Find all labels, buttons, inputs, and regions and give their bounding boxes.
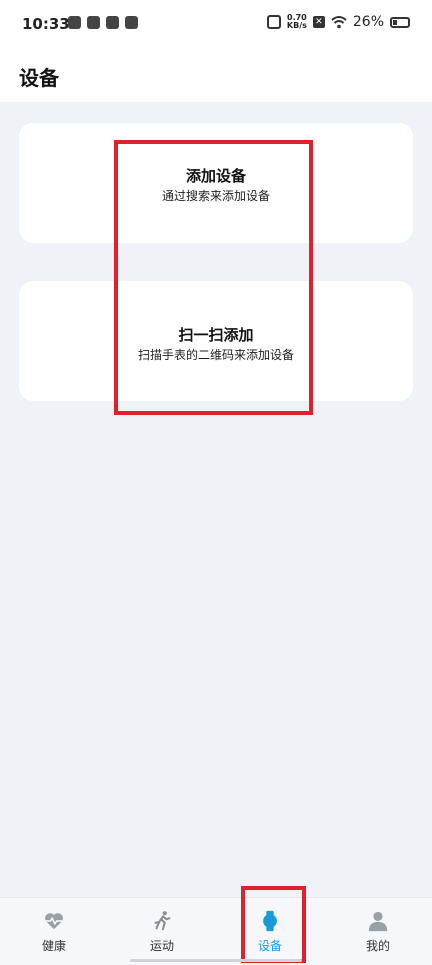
box-notification-icon [106,16,119,29]
network-speed-unit: KB/s [286,21,307,30]
leaf-notification-icon [125,16,138,29]
tab-health-label: 健康 [41,939,66,953]
status-bar: 10:33 0.70 KB/s ✕ 26% [0,0,432,52]
tab-devices[interactable]: 设备 [216,898,324,965]
status-right: 0.70 KB/s ✕ 26% [266,14,410,30]
tab-health[interactable]: 健康 [0,898,108,965]
scan-add-title: 扫一扫添加 [178,326,254,344]
battery-percent: 26% [352,14,384,30]
wifi-icon [331,16,347,29]
person-icon [368,911,388,932]
status-time: 10:33 [22,15,70,33]
no-sim-icon: ✕ [312,16,325,28]
vibrate-icon [266,15,281,29]
add-device-card[interactable]: 添加设备 通过搜索来添加设备 [19,123,413,243]
battery-icon [390,16,410,28]
tab-me[interactable]: 我的 [324,898,432,965]
mail-notification-icon [68,16,81,29]
scan-add-card[interactable]: 扫一扫添加 扫描手表的二维码来添加设备 [19,281,413,401]
network-speed: 0.70 KB/s [287,14,307,30]
page-header: 设备 [0,52,432,102]
bottom-tab-bar: 健康 运动 设备 我的 [0,897,432,965]
page-title: 设备 [19,66,59,90]
add-device-subtitle: 通过搜索来添加设备 [161,189,270,203]
gesture-bar[interactable] [130,959,302,962]
tab-devices-label: 设备 [257,939,282,953]
tab-me-label: 我的 [365,939,390,953]
scan-add-subtitle: 扫描手表的二维码来添加设备 [137,348,294,362]
running-icon [154,911,171,931]
tab-exercise[interactable]: 运动 [108,898,216,965]
watch-icon [263,910,277,932]
add-device-title: 添加设备 [185,167,246,185]
fan-notification-icon [87,16,100,29]
heart-pulse-icon [45,913,63,930]
tab-exercise-label: 运动 [149,939,174,953]
notification-icons [68,16,138,29]
